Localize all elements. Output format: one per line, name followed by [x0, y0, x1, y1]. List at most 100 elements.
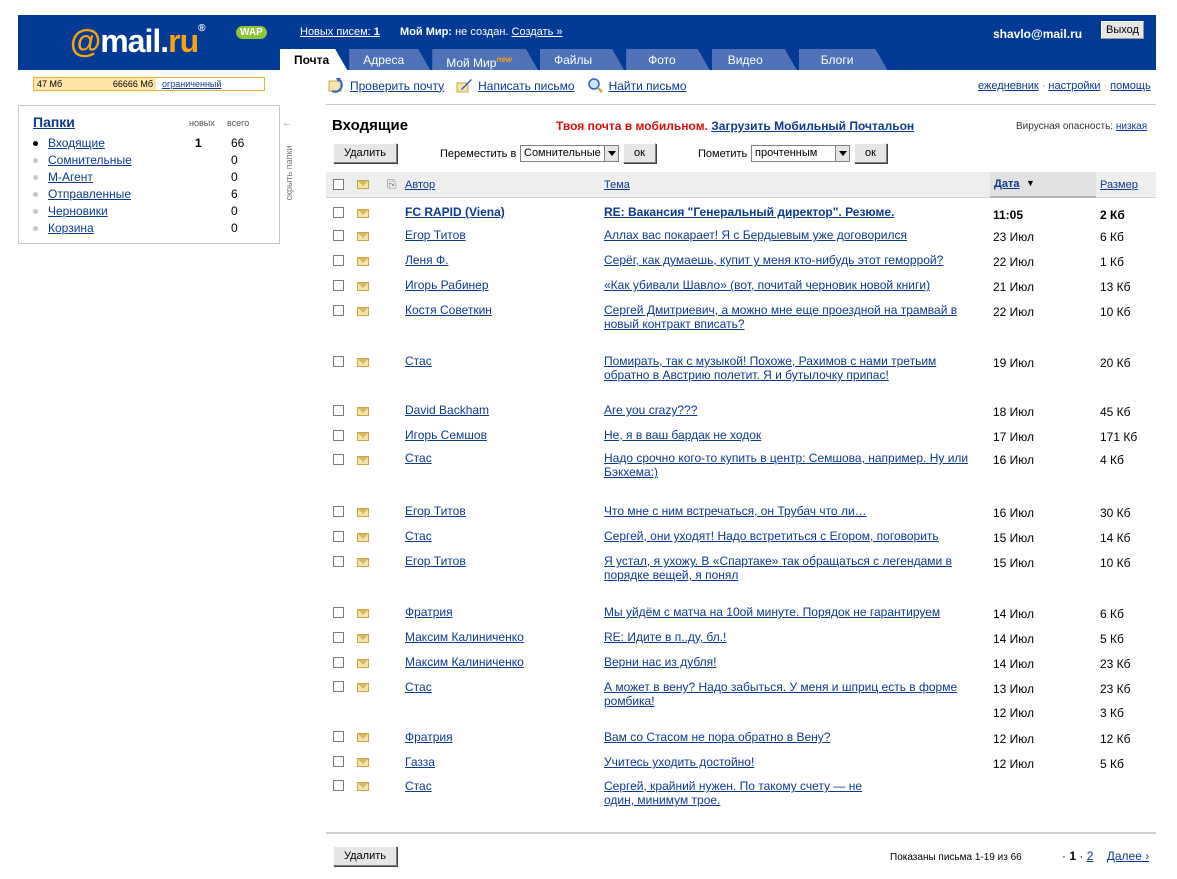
- row-checkbox[interactable]: [333, 657, 344, 668]
- message-author[interactable]: Стас: [405, 680, 432, 694]
- help-link[interactable]: помощь: [1110, 80, 1151, 92]
- message-subject[interactable]: RE: Идите в п..ду, бл.!: [604, 630, 974, 644]
- message-author[interactable]: David Backham: [405, 403, 489, 417]
- tab-video[interactable]: Видео: [712, 49, 797, 70]
- row-checkbox[interactable]: [333, 207, 344, 218]
- folders-title[interactable]: Папки: [33, 114, 75, 130]
- message-author[interactable]: Игорь Рабинер: [405, 278, 489, 292]
- table-row[interactable]: Стас Сергей, крайний нужен. По такому сч…: [326, 779, 1156, 819]
- message-subject[interactable]: Надо срочно кого-то купить в центр: Семш…: [604, 451, 974, 479]
- message-subject[interactable]: Что мне с ним встречаться, он Трубач что…: [604, 504, 974, 518]
- message-subject[interactable]: RE: Вакансия "Генеральный директор". Рез…: [604, 205, 974, 219]
- table-row[interactable]: Стас Сергей, они уходят! Надо встретитьс…: [326, 529, 1156, 554]
- message-author[interactable]: Газза: [405, 755, 435, 769]
- message-author[interactable]: Максим Калиниченко: [405, 655, 524, 669]
- next-page-link[interactable]: Далее ›: [1107, 849, 1149, 863]
- find-mail-action[interactable]: Найти письмо: [587, 78, 687, 93]
- message-author[interactable]: Стас: [405, 529, 432, 543]
- mobile-promo-link[interactable]: Загрузить Мобильный Почтальон: [711, 119, 914, 133]
- message-subject[interactable]: Не, я в ваш бардак не ходок: [604, 428, 974, 442]
- table-row[interactable]: Фратрия Вам со Стасом не пора обратно в …: [326, 730, 1156, 755]
- mailru-logo[interactable]: @mail.ru®: [70, 23, 206, 60]
- message-author[interactable]: Костя Советкин: [405, 303, 492, 317]
- row-checkbox[interactable]: [333, 430, 344, 441]
- table-row[interactable]: Егор Титов Аллах вас покарает! Я с Берды…: [326, 228, 1156, 253]
- message-author[interactable]: Стас: [405, 354, 432, 368]
- table-row[interactable]: FC RAPID (Viena) RE: Вакансия "Генеральн…: [326, 205, 1156, 227]
- folder-spam[interactable]: Сомнительные 0: [33, 153, 273, 169]
- message-author[interactable]: Стас: [405, 451, 432, 465]
- create-my-world-link[interactable]: Создать »: [512, 26, 563, 38]
- row-checkbox[interactable]: [333, 607, 344, 618]
- mark-select[interactable]: прочтенным: [751, 145, 850, 162]
- message-author[interactable]: Фратрия: [405, 730, 453, 744]
- tab-mail[interactable]: Почта: [280, 49, 347, 70]
- settings-link[interactable]: настройки: [1048, 80, 1100, 92]
- row-checkbox[interactable]: [333, 305, 344, 316]
- row-checkbox[interactable]: [333, 506, 344, 517]
- message-subject[interactable]: Аллах вас покарает! Я с Бердыевым уже до…: [604, 228, 974, 242]
- sort-by-size[interactable]: Размер: [1100, 179, 1138, 191]
- check-mail-action[interactable]: Проверить почту: [328, 78, 444, 93]
- delete-button[interactable]: Удалить: [333, 143, 397, 163]
- folder-m-agent[interactable]: М-Агент 0: [33, 170, 273, 186]
- compose-action[interactable]: Написать письмо: [456, 78, 575, 93]
- row-checkbox[interactable]: [333, 681, 344, 692]
- folder-drafts[interactable]: Черновики 0: [33, 204, 273, 220]
- delete-button-bottom[interactable]: Удалить: [333, 846, 397, 866]
- table-row[interactable]: Стас Надо срочно кого-то купить в центр:…: [326, 451, 1156, 501]
- table-row[interactable]: Стас Помирать, так с музыкой! Похоже, Ра…: [326, 354, 1156, 404]
- table-row[interactable]: David Backham Are you crazy??? 18 Июл 45…: [326, 403, 1156, 428]
- message-subject[interactable]: Мы уйдём с матча на 10ой минуте. Порядок…: [604, 605, 974, 619]
- message-subject[interactable]: Вам со Стасом не пора обратно в Вену?: [604, 730, 974, 744]
- row-checkbox[interactable]: [333, 780, 344, 791]
- tab-blogs[interactable]: Блоги: [799, 49, 888, 70]
- page-2-link[interactable]: 2: [1087, 849, 1094, 863]
- message-subject[interactable]: Верни нас из дубля!: [604, 655, 974, 669]
- logout-button[interactable]: Выход: [1101, 21, 1144, 39]
- message-subject[interactable]: Учитесь уходить достойно!: [604, 755, 974, 769]
- table-row[interactable]: Фратрия Мы уйдём с матча на 10ой минуте.…: [326, 605, 1156, 630]
- tab-files[interactable]: Файлы: [540, 49, 624, 70]
- row-checkbox[interactable]: [333, 280, 344, 291]
- table-row[interactable]: Игорь Рабинер «Как убивали Шавло» (вот, …: [326, 278, 1156, 303]
- table-row[interactable]: Газза Учитесь уходить достойно! 12 Июл 5…: [326, 755, 1156, 780]
- message-subject[interactable]: Сергей, они уходят! Надо встретиться с Е…: [604, 529, 974, 543]
- message-subject[interactable]: Я устал, я ухожу. В «Спартаке» так обращ…: [604, 554, 974, 582]
- message-author[interactable]: FC RAPID (Viena): [405, 205, 505, 219]
- message-subject[interactable]: Are you crazy???: [604, 403, 974, 417]
- sort-by-date[interactable]: Дата: [994, 178, 1019, 190]
- message-subject[interactable]: Помирать, так с музыкой! Похоже, Рахимов…: [604, 354, 974, 382]
- sort-by-subject[interactable]: Тема: [604, 179, 630, 191]
- table-row[interactable]: Максим Калиниченко RE: Идите в п..ду, бл…: [326, 630, 1156, 655]
- row-checkbox[interactable]: [333, 255, 344, 266]
- message-author[interactable]: Игорь Семшов: [405, 428, 487, 442]
- tab-my-world[interactable]: Мой Мирnew: [432, 49, 538, 70]
- quota-limit-link[interactable]: ограниченный: [156, 78, 221, 90]
- message-author[interactable]: Леня Ф.: [405, 253, 448, 267]
- select-all-checkbox[interactable]: [333, 179, 344, 190]
- message-author[interactable]: Стас: [405, 779, 432, 793]
- row-checkbox[interactable]: [333, 356, 344, 367]
- message-subject[interactable]: Серёг, как думаешь, купит у меня кто-ниб…: [604, 253, 974, 267]
- message-author[interactable]: Максим Калиниченко: [405, 630, 524, 644]
- diary-link[interactable]: ежедневник: [978, 80, 1039, 92]
- table-row[interactable]: Стас А может в вену? Надо забыться. У ме…: [326, 680, 1156, 708]
- message-subject[interactable]: Сергей, крайний нужен. По такому счету —…: [604, 779, 869, 807]
- folder-inbox[interactable]: Входящие 1 66: [33, 136, 273, 152]
- row-checkbox[interactable]: [333, 405, 344, 416]
- hide-folders-toggle[interactable]: ← скрыть папки: [281, 118, 294, 218]
- move-folder-select[interactable]: Сомнительные: [520, 145, 619, 162]
- message-subject[interactable]: «Как убивали Шавло» (вот, почитай чернов…: [604, 278, 974, 292]
- table-row[interactable]: Егор Титов Я устал, я ухожу. В «Спартаке…: [326, 554, 1156, 604]
- virus-level-link[interactable]: низкая: [1116, 121, 1147, 132]
- message-author[interactable]: Фратрия: [405, 605, 453, 619]
- message-author[interactable]: Егор Титов: [405, 554, 466, 568]
- row-checkbox[interactable]: [333, 756, 344, 767]
- row-checkbox[interactable]: [333, 230, 344, 241]
- new-letters-link[interactable]: Новых писем: 1: [300, 26, 380, 38]
- message-subject[interactable]: Сергей Дмитриевич, а можно мне еще проез…: [604, 303, 974, 331]
- row-checkbox[interactable]: [333, 556, 344, 567]
- message-author[interactable]: Егор Титов: [405, 504, 466, 518]
- message-author[interactable]: Егор Титов: [405, 228, 466, 242]
